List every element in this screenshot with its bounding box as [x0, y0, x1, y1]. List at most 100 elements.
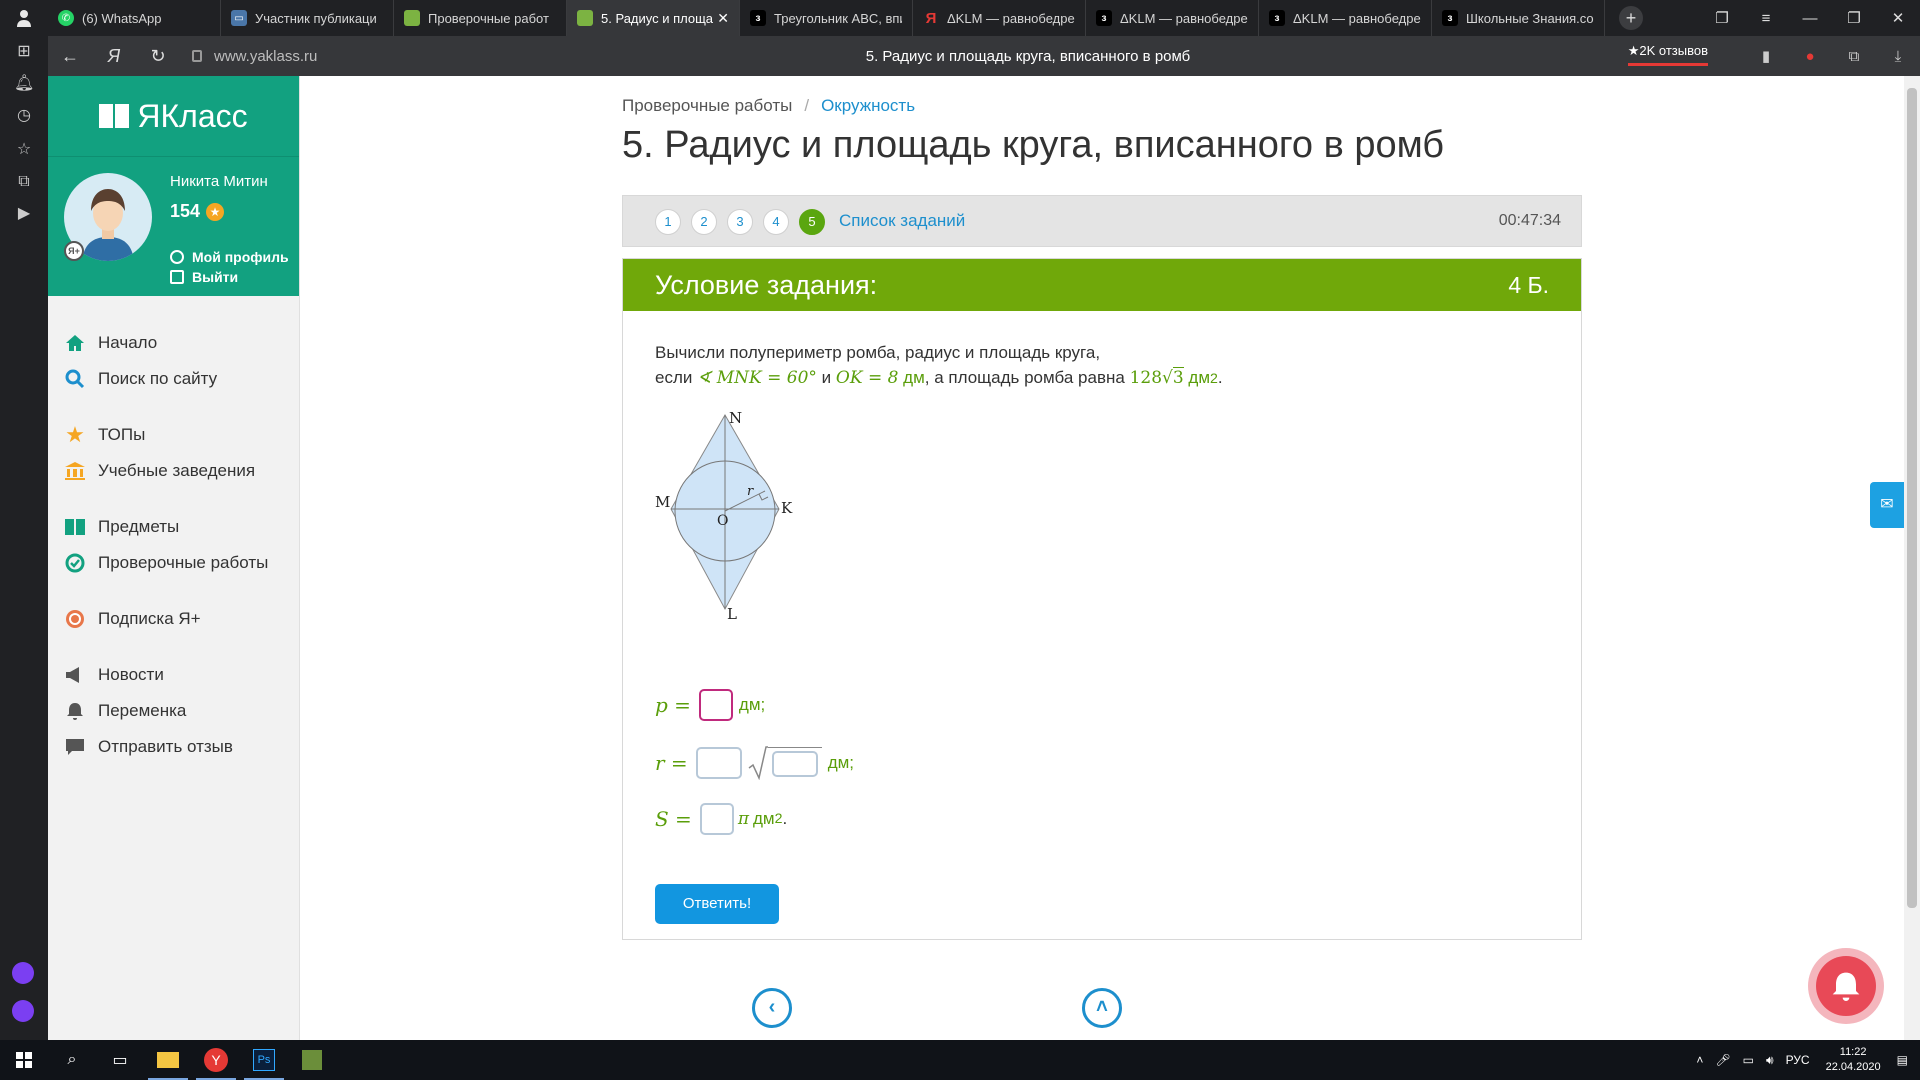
- close-window-icon[interactable]: ✕: [1876, 9, 1920, 27]
- menu-item-feedback[interactable]: Отправить отзыв: [64, 736, 233, 758]
- task-number-2[interactable]: 2: [691, 209, 717, 235]
- reviews-badge[interactable]: ★2K отзывов: [1627, 43, 1708, 66]
- yandex-home-icon[interactable]: Я: [92, 46, 136, 67]
- menu-item-subscription[interactable]: Подписка Я+: [64, 608, 201, 630]
- r-coefficient-input[interactable]: [695, 747, 742, 779]
- apps-grid-icon[interactable]: ⊞: [14, 42, 34, 62]
- photoshop-icon[interactable]: Ps: [240, 1040, 288, 1080]
- task-list-link[interactable]: Список заданий: [839, 211, 965, 231]
- restore-icon[interactable]: ❐: [1832, 9, 1876, 27]
- browser-tab[interactable]: Я ΔKLM — равнобедре: [913, 0, 1086, 36]
- favorites-icon[interactable]: ☆: [14, 140, 34, 160]
- r-radicand-input[interactable]: [771, 751, 818, 777]
- answer-row-r: r = дм;: [655, 746, 854, 780]
- browser-tab[interactable]: з Треугольник ABC, впи: [740, 0, 913, 36]
- play-icon[interactable]: ▶: [14, 204, 34, 224]
- menu-label: Начало: [98, 333, 158, 352]
- p-input[interactable]: [698, 689, 733, 721]
- browser-tab[interactable]: з ΔKLM — равнобедре: [1086, 0, 1259, 36]
- rhombus-figure: N M K L O r: [653, 409, 803, 626]
- tray-arrow-icon[interactable]: ˄: [1696, 1053, 1703, 1067]
- downloads-icon[interactable]: ⤓: [1876, 48, 1920, 65]
- yaklass-logo[interactable]: ЯКласс: [48, 76, 299, 156]
- browser-tab-active[interactable]: 5. Радиус и площа, ✕: [567, 0, 740, 36]
- task-view-icon[interactable]: ▭: [96, 1040, 144, 1080]
- menu-item-break[interactable]: Переменка: [64, 700, 186, 722]
- collections-side-icon[interactable]: ⧉: [14, 172, 34, 192]
- superscript: 2: [774, 811, 783, 827]
- condition-line-2: если ∢ MNK = 60° и OK = 8 дм , а площадь…: [655, 367, 1223, 388]
- task-number-4[interactable]: 4: [763, 209, 789, 235]
- new-tab-button[interactable]: +: [1619, 6, 1643, 30]
- breadcrumb-circle[interactable]: Окружность: [821, 96, 915, 115]
- task-number-1[interactable]: 1: [655, 209, 681, 235]
- window-controls: ❐ ≡ — ❐ ✕: [1700, 0, 1920, 36]
- browser-tab[interactable]: ✆ (6) WhatsApp: [48, 0, 221, 36]
- system-tray: ˄ 🎤︎ ▭ 🔊︎ РУС 11:22 22.04.2020 ▤: [1690, 1040, 1920, 1080]
- task-number-3[interactable]: 3: [727, 209, 753, 235]
- action-center-icon[interactable]: ▤: [1897, 1053, 1908, 1067]
- subscription-badge-icon: Я+: [64, 241, 84, 261]
- menu-icon[interactable]: ≡: [1744, 10, 1788, 27]
- url-field[interactable]: www.yaklass.ru: [214, 48, 317, 65]
- profile-icon[interactable]: [0, 0, 48, 36]
- menu-item-home[interactable]: Начало: [64, 332, 157, 354]
- back-icon[interactable]: ←: [48, 46, 92, 67]
- my-profile-link[interactable]: Мой профиль: [170, 249, 289, 265]
- search-taskbar-icon[interactable]: ⌕: [48, 1040, 96, 1080]
- file-explorer-icon[interactable]: [144, 1040, 192, 1080]
- task-number-5-current[interactable]: 5: [799, 209, 825, 235]
- browser-tab[interactable]: Проверочные работ: [394, 0, 567, 36]
- menu-item-search[interactable]: Поиск по сайту: [64, 368, 217, 390]
- tabs-icon[interactable]: ❐: [1700, 9, 1744, 27]
- star-icon: ★: [65, 422, 85, 447]
- menu-label: Подписка Я+: [98, 609, 201, 628]
- answer-unit: дм: [753, 809, 775, 828]
- sqrt-argument: 3: [1172, 367, 1184, 388]
- user-name[interactable]: Никита Митин: [170, 173, 268, 190]
- network-icon[interactable]: ▭: [1743, 1053, 1754, 1067]
- minecraft-icon[interactable]: [288, 1040, 336, 1080]
- institution-icon: [64, 460, 86, 482]
- volume-icon[interactable]: 🔊︎: [1766, 1053, 1774, 1068]
- notification-bell-button[interactable]: [1808, 948, 1884, 1024]
- reload-icon[interactable]: ↻: [136, 46, 180, 67]
- page-scrollbar[interactable]: [1904, 76, 1920, 1040]
- browser-tab[interactable]: з ΔKLM — равнобедре: [1259, 0, 1432, 36]
- submit-button[interactable]: Ответить!: [655, 884, 779, 924]
- clock[interactable]: 11:22 22.04.2020: [1826, 1045, 1881, 1075]
- scrollbar-thumb[interactable]: [1907, 88, 1917, 908]
- collections-icon[interactable]: ⧉: [1832, 48, 1876, 65]
- menu-label: Учебные заведения: [98, 461, 256, 480]
- mail-icon[interactable]: ✉: [1870, 482, 1904, 528]
- menu-item-subjects[interactable]: Предметы: [64, 516, 179, 538]
- notifications-icon[interactable]: 🔔︎: [14, 74, 34, 94]
- bell-icon: [1816, 956, 1876, 1016]
- browser-tab[interactable]: з Школьные Знания.со: [1432, 0, 1605, 36]
- breadcrumb-separator: /: [804, 96, 810, 115]
- scroll-up-button[interactable]: ˄: [1082, 988, 1122, 1028]
- menu-item-institutions[interactable]: Учебные заведения: [64, 460, 255, 482]
- history-icon[interactable]: ◷: [14, 106, 34, 126]
- answer-variable: p =: [655, 693, 691, 717]
- microphone-icon[interactable]: 🎤︎: [1715, 1053, 1730, 1067]
- condition-line-1: Вычисли полупериметр ромба, радиус и пло…: [655, 343, 1101, 362]
- logout-link[interactable]: Выйти: [170, 269, 238, 285]
- alice-icon[interactable]: [12, 1000, 34, 1022]
- yandex-browser-icon[interactable]: Y: [192, 1040, 240, 1080]
- minimize-icon[interactable]: —: [1788, 10, 1832, 27]
- close-tab-icon[interactable]: ✕: [717, 10, 729, 27]
- search-icon: [64, 368, 86, 390]
- previous-task-button[interactable]: ‹: [752, 988, 792, 1028]
- messenger-icon[interactable]: [12, 962, 34, 984]
- browser-tab[interactable]: ▭ Участник публикаци: [221, 0, 394, 36]
- menu-item-tests[interactable]: Проверочные работы: [64, 552, 268, 574]
- s-input[interactable]: [699, 803, 734, 835]
- menu-item-tops[interactable]: ★ ТОПы: [64, 422, 145, 447]
- bookmark-icon[interactable]: ▮: [1744, 47, 1788, 65]
- windows-start-icon[interactable]: [0, 1040, 48, 1080]
- language-indicator[interactable]: РУС: [1786, 1053, 1810, 1067]
- extension-icon[interactable]: ●: [1788, 48, 1832, 65]
- menu-item-news[interactable]: Новости: [64, 664, 164, 686]
- breadcrumb-tests[interactable]: Проверочные работы: [622, 96, 792, 115]
